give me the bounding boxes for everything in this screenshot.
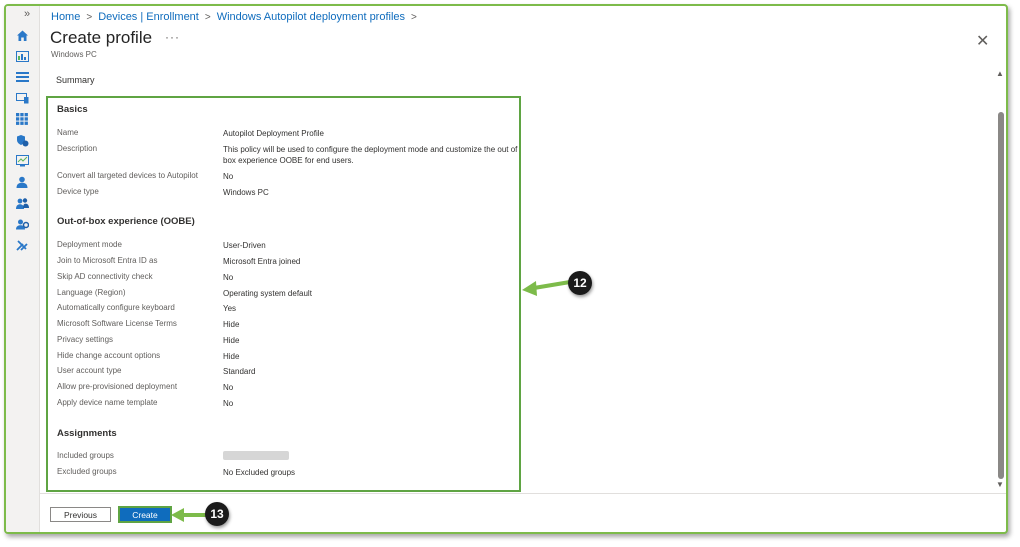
oobe-heading: Out-of-box experience (OOBE) — [57, 216, 195, 227]
portal-window: » Home > Devices | Enrollment > Windows … — [4, 4, 1008, 534]
basics-heading: Basics — [57, 104, 88, 115]
field-value: No — [223, 273, 234, 282]
field-label: Microsoft Software License Terms — [57, 319, 177, 328]
scrollbar-thumb[interactable] — [998, 112, 1004, 479]
field-label: Deployment mode — [57, 240, 122, 249]
create-button[interactable]: Create — [118, 506, 172, 523]
field-value: No — [223, 399, 234, 408]
troubleshooting-icon[interactable] — [15, 238, 29, 252]
expand-nav-icon[interactable]: » — [24, 8, 30, 20]
tab-summary[interactable]: Summary — [56, 75, 95, 85]
assignments-heading: Assignments — [57, 428, 117, 439]
close-icon[interactable]: ✕ — [976, 31, 989, 51]
previous-button[interactable]: Previous — [50, 507, 111, 522]
field-label: Excluded groups — [57, 467, 117, 476]
field-value: Windows PC — [223, 188, 269, 197]
apps-icon[interactable] — [15, 112, 29, 126]
field-value: Hide — [223, 320, 240, 329]
groups-icon[interactable] — [15, 196, 29, 210]
field-label: Description — [57, 144, 98, 153]
breadcrumb-autopilot-profiles[interactable]: Windows Autopilot deployment profiles — [217, 11, 405, 23]
all-services-icon[interactable] — [15, 70, 29, 84]
callout-arrow-icon — [522, 280, 571, 296]
summary-panel: Basics Name Autopilot Deployment Profile… — [46, 96, 521, 492]
field-label: Language (Region) — [57, 288, 126, 297]
left-nav-rail: » — [6, 6, 40, 532]
field-value: Autopilot Deployment Profile — [223, 129, 324, 138]
breadcrumb-separator: > — [204, 11, 211, 23]
footer-divider — [40, 493, 1006, 494]
callout-arrow-icon — [171, 508, 207, 522]
users-icon[interactable] — [15, 175, 29, 189]
field-label: Apply device name template — [57, 398, 158, 407]
field-value: Microsoft Entra joined — [223, 257, 301, 266]
devices-icon[interactable] — [15, 91, 29, 105]
breadcrumb-separator: > — [411, 11, 417, 23]
page-title: Create profile — [50, 28, 153, 47]
field-value: Operating system default — [223, 289, 312, 298]
field-value: This policy will be used to configure th… — [223, 145, 518, 165]
tenant-admin-icon[interactable] — [15, 217, 29, 231]
field-value: Yes — [223, 304, 237, 313]
page-subtitle: Windows PC — [51, 50, 97, 59]
field-label: User account type — [57, 366, 122, 375]
field-label: Convert all targeted devices to Autopilo… — [57, 171, 198, 180]
breadcrumb-devices-enrollment[interactable]: Devices | Enrollment — [98, 11, 199, 23]
field-label: Included groups — [57, 451, 114, 460]
field-label: Name — [57, 128, 79, 137]
breadcrumb: Home > Devices | Enrollment > Windows Au… — [51, 11, 417, 23]
field-label: Automatically configure keyboard — [57, 303, 175, 312]
field-value: No — [223, 383, 234, 392]
field-value: No — [223, 172, 234, 181]
breadcrumb-separator: > — [86, 11, 93, 23]
scroll-down-icon[interactable]: ▼ — [996, 480, 1004, 489]
more-options-icon[interactable]: ··· — [165, 30, 180, 44]
field-label: Join to Microsoft Entra ID as — [57, 256, 158, 265]
scroll-up-icon[interactable]: ▲ — [996, 69, 1004, 78]
callout-12: 12 — [568, 271, 592, 295]
reports-icon[interactable] — [15, 154, 29, 168]
field-value: Hide — [223, 336, 240, 345]
field-value: No Excluded groups — [223, 468, 296, 477]
field-value: Hide — [223, 352, 240, 361]
field-label: Skip AD connectivity check — [57, 272, 153, 281]
home-icon[interactable] — [15, 28, 29, 42]
redacted-value — [223, 451, 289, 460]
field-label: Hide change account options — [57, 351, 161, 360]
dashboard-icon[interactable] — [15, 49, 29, 63]
field-label: Device type — [57, 187, 99, 196]
field-label: Allow pre-provisioned deployment — [57, 382, 178, 391]
field-value: User-Driven — [223, 241, 266, 250]
endpoint-security-icon[interactable] — [15, 133, 29, 147]
field-label: Privacy settings — [57, 335, 114, 344]
breadcrumb-home[interactable]: Home — [51, 11, 80, 23]
field-value: Standard — [223, 367, 256, 376]
callout-13: 13 — [205, 502, 229, 526]
